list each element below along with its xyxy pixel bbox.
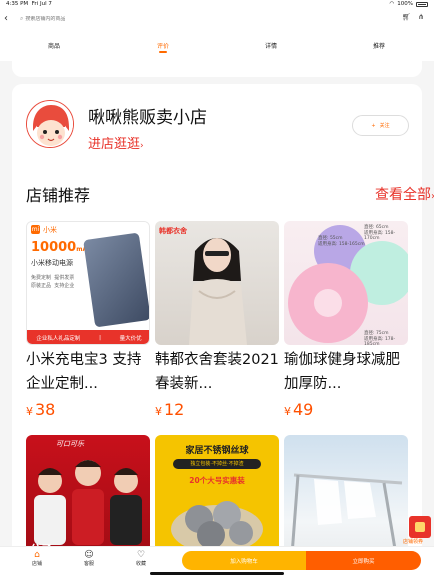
- search-header: ‹ ⌕ 🛒︎ ⋔: [0, 9, 434, 29]
- service-button[interactable]: ☺ 客服: [74, 550, 104, 567]
- search-icon: ⌕: [20, 15, 24, 22]
- search-input[interactable]: [25, 16, 226, 22]
- section-title: 店铺推荐: [26, 186, 91, 205]
- coupon-badge[interactable]: [409, 516, 431, 538]
- product-image: [284, 435, 408, 559]
- product-price: ¥12: [155, 400, 185, 419]
- back-button[interactable]: ‹: [4, 12, 16, 25]
- tab-reviews[interactable]: 评价: [157, 41, 169, 50]
- chat-icon: ☺: [84, 550, 94, 560]
- view-all-link[interactable]: 查看全部›: [375, 184, 434, 204]
- shop-tab-button[interactable]: ⌂ 店铺: [22, 550, 52, 567]
- drying-rack-illustration: [290, 473, 403, 556]
- size-label-75: 直径: 75cm 适用身高: 178-185cm: [364, 331, 396, 345]
- follow-button[interactable]: + 关注: [352, 115, 409, 136]
- product-card[interactable]: 韩都衣舍 韩都衣舍套装2021春装新... ¥12: [155, 221, 279, 419]
- size-label-55: 直径: 55cm 适用身高: 158-165cm: [318, 236, 365, 247]
- status-time: 4:35 PM Fri Jul 7: [6, 1, 52, 7]
- active-tab-indicator: [159, 51, 167, 53]
- heart-icon: ♡: [136, 550, 146, 560]
- product-title: 韩都衣舍套装2021春装新...: [155, 352, 279, 392]
- product-card[interactable]: 直径: 65cm 适用身高: 158-170cm 直径: 55cm 适用身高: 15…: [284, 221, 408, 419]
- status-bar: 4:35 PM Fri Jul 7 ◠ 100%: [0, 0, 434, 9]
- buy-now-button[interactable]: 立即购买: [306, 551, 421, 570]
- product-card[interactable]: mi 小米 10000mAh 小米移动电源 免费定制 提供发票 原装正品 支持企…: [26, 221, 150, 419]
- image-features: 免费定制 提供发票 原装正品 支持企业: [31, 275, 75, 289]
- previous-card-edge: [12, 61, 422, 77]
- size-label-65: 直径: 65cm 适用身高: 158-170cm: [364, 225, 396, 241]
- search-box[interactable]: ⌕: [20, 13, 390, 25]
- tab-recommend[interactable]: 推荐: [373, 41, 385, 50]
- product-image: 可口可乐 分子: [26, 435, 150, 559]
- product-price: ¥49: [284, 400, 314, 419]
- shop-avatar-illustration: [27, 101, 73, 147]
- image-brand: 小米: [43, 226, 57, 234]
- shop-icon: ⌂: [34, 550, 40, 560]
- status-right: ◠ 100%: [389, 1, 428, 7]
- mi-logo-icon: mi: [31, 225, 40, 234]
- gift-icon: [415, 522, 425, 532]
- product-card[interactable]: 家居不锈钢丝球 独立包装·不掉丝·不掉渣 20个大号实惠装: [155, 435, 279, 559]
- product-image: 家居不锈钢丝球 独立包装·不掉丝·不掉渣 20个大号实惠装: [155, 435, 279, 559]
- product-image: mi 小米 10000mAh 小米移动电源 免费定制 提供发票 原装正品 支持企…: [26, 221, 150, 345]
- coupon-badge-label[interactable]: 店铺领券: [403, 538, 423, 545]
- image-capacity: 10000mAh: [31, 240, 91, 255]
- service-label: 客服: [83, 561, 94, 567]
- shop-logo[interactable]: [26, 100, 74, 148]
- shop-tab-label: 店铺: [31, 561, 42, 567]
- battery-percent: 100%: [397, 1, 413, 7]
- add-to-cart-button[interactable]: 加入购物车: [182, 551, 306, 570]
- favorite-button[interactable]: ♡ 收藏: [126, 550, 156, 567]
- steel-wool-illustration: [171, 501, 263, 553]
- powerbank-shape: [83, 232, 149, 328]
- image-product-name: 小米移动电源: [31, 259, 73, 267]
- shop-card: 啾啾熊贩卖小店 进店逛逛› + 关注 店铺推荐 查看全部› mi 小米 1000…: [12, 84, 434, 579]
- tab-details[interactable]: 详情: [265, 41, 277, 50]
- chevron-right-icon: ›: [140, 141, 144, 151]
- shop-name: 啾啾熊贩卖小店: [88, 108, 207, 128]
- favorite-label: 收藏: [135, 561, 146, 567]
- product-price: ¥38: [26, 400, 56, 419]
- product-image: 直径: 65cm 适用身高: 158-170cm 直径: 55cm 适用身高: 15…: [284, 221, 408, 345]
- product-image: 韩都衣舍: [155, 221, 279, 345]
- product-card[interactable]: [284, 435, 408, 559]
- product-card[interactable]: 可口可乐 分子: [26, 435, 150, 559]
- enter-shop-link[interactable]: 进店逛逛›: [88, 133, 144, 152]
- battery-icon: [416, 1, 428, 7]
- home-indicator[interactable]: [150, 572, 284, 575]
- wifi-icon: ◠: [389, 1, 395, 7]
- plus-icon: +: [371, 122, 376, 129]
- tab-bar: 商品 评价 详情 推荐: [0, 29, 434, 61]
- share-icon[interactable]: ⋔: [418, 13, 424, 21]
- follow-label: 关注: [379, 123, 390, 129]
- product-title: 瑜伽球健身球减肥加厚防...: [284, 352, 400, 392]
- model-illustration: [189, 238, 247, 345]
- image-banner: 企业私人礼品定制 | 量大价优: [27, 330, 149, 344]
- tab-products[interactable]: 商品: [48, 41, 60, 50]
- cart-icon[interactable]: 🛒︎: [402, 13, 411, 21]
- product-title: 小米充电宝3 支持企业定制...: [26, 352, 142, 392]
- chevron-left-icon: ‹: [4, 13, 8, 24]
